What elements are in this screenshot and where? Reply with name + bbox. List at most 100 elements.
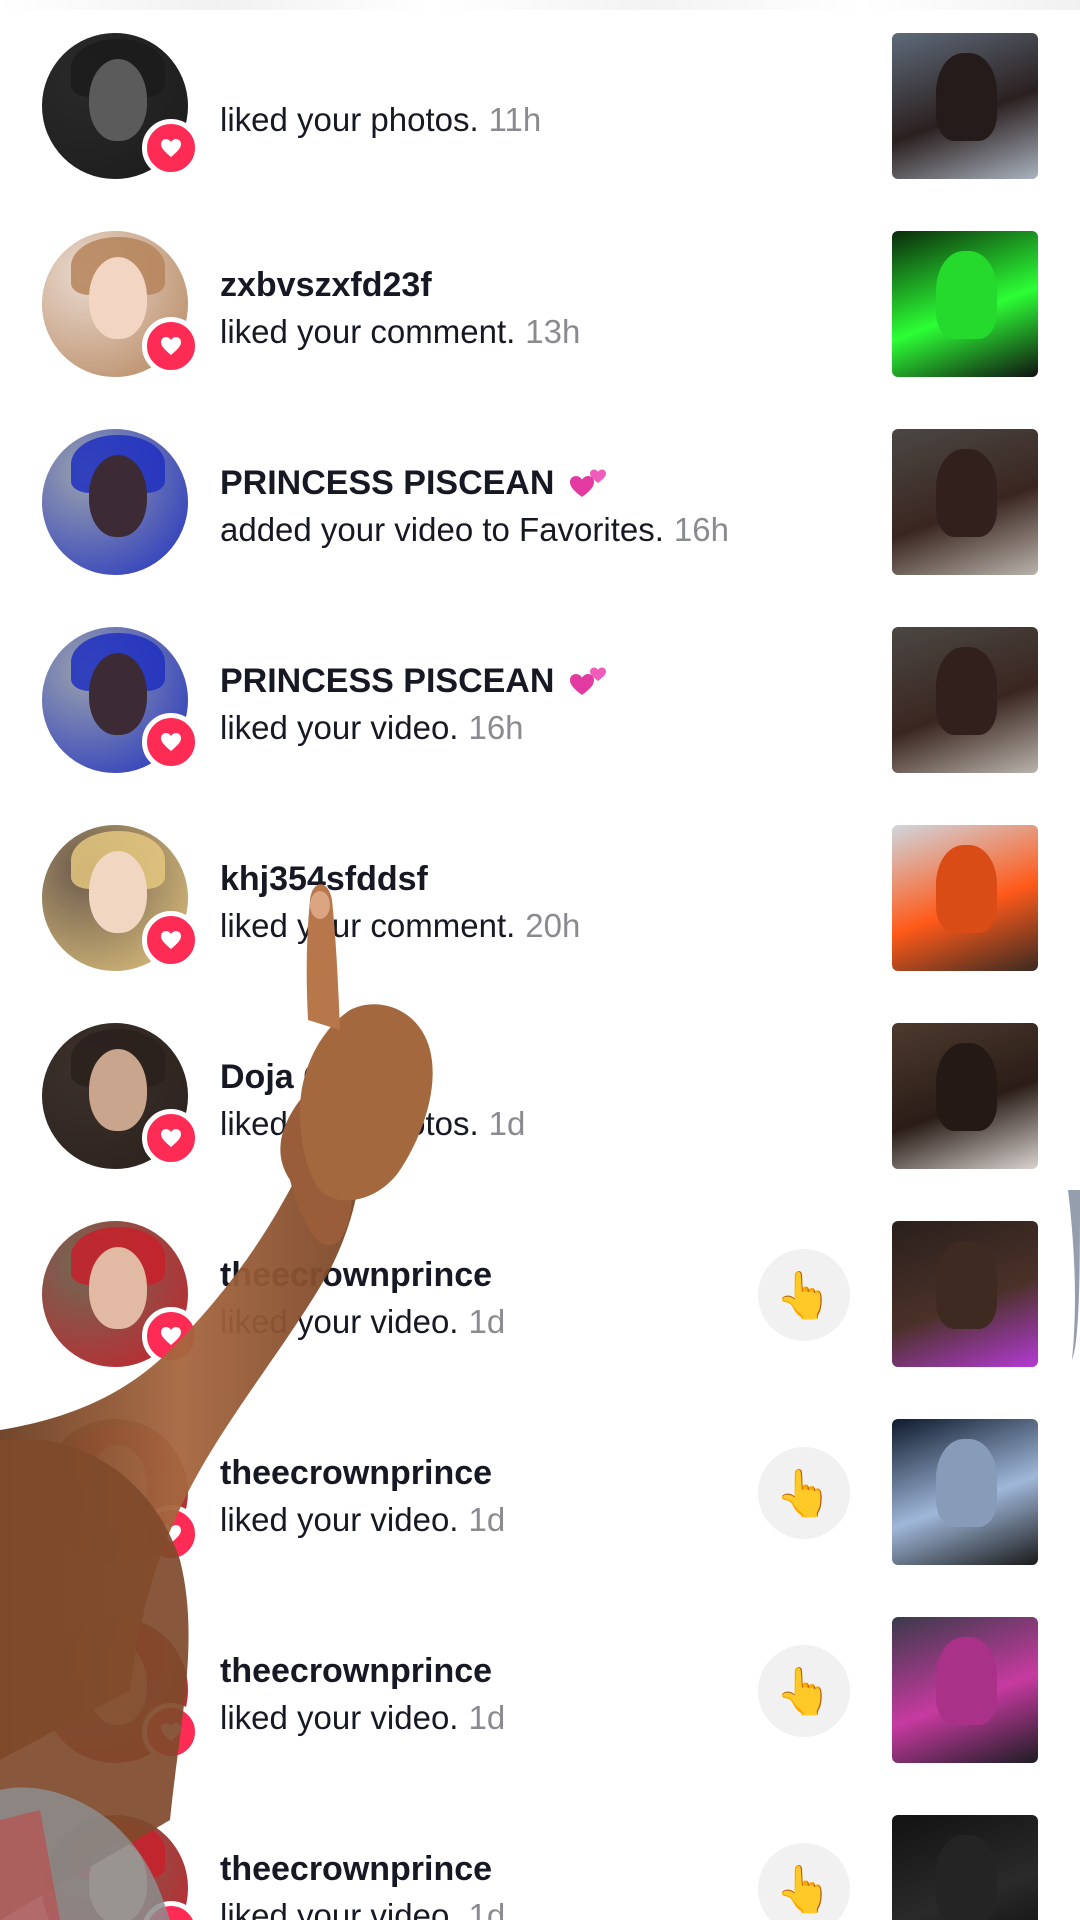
wave-glyph: 👆 — [775, 1862, 833, 1916]
thumbnail-subject — [935, 251, 998, 340]
notification-text: theecrownprince liked your video. 1d — [220, 1253, 780, 1347]
avatar[interactable] — [42, 429, 188, 575]
username-row[interactable]: Doja Cat — [220, 1055, 780, 1099]
activity-list[interactable]: liked your photos. 11h zxbvszxfd23f liked y… — [0, 33, 1080, 1920]
video-thumbnail[interactable] — [892, 1617, 1038, 1763]
username-row[interactable]: PRINCESS PISCEAN — [220, 659, 780, 703]
wave-glyph: 👆 — [775, 1664, 833, 1718]
avatar-container[interactable] — [42, 1419, 200, 1565]
waving-hand-icon[interactable]: 👆 — [758, 1645, 850, 1737]
notification-action: liked your video. 1d — [220, 1495, 780, 1545]
notification-row[interactable]: theecrownprince liked your video. 1d 👆 — [0, 1617, 1080, 1815]
username[interactable]: zxbvszxfd23f — [220, 263, 432, 307]
thumbnail-subject — [935, 1439, 998, 1528]
timestamp: 16h — [673, 511, 729, 548]
username[interactable]: PRINCESS PISCEAN — [220, 659, 554, 703]
notification-text: liked your photos. 11h — [220, 95, 780, 145]
video-thumbnail[interactable] — [892, 825, 1038, 971]
username[interactable]: theecrownprince — [220, 1451, 492, 1495]
notification-action: liked your video. 16h — [220, 703, 780, 753]
two-hearts-icon — [568, 465, 610, 501]
heart-icon — [142, 1307, 200, 1365]
thumbnail-subject — [935, 845, 998, 934]
notification-row[interactable]: liked your photos. 11h — [0, 33, 1080, 231]
notification-text: PRINCESS PISCEAN added your video to Favo… — [220, 461, 780, 555]
username-row[interactable]: theecrownprince — [220, 1253, 780, 1297]
avatar-container[interactable] — [42, 33, 200, 179]
thumbnail-subject — [935, 647, 998, 736]
username-row[interactable]: khj354sfddsf — [220, 857, 780, 901]
notification-action: liked your video. 1d — [220, 1891, 780, 1920]
notification-row[interactable]: Doja Cat liked your photos. 1d — [0, 1023, 1080, 1221]
heart-icon — [142, 317, 200, 375]
username[interactable]: Doja Cat — [220, 1055, 358, 1099]
notification-text: theecrownprince liked your video. 1d — [220, 1451, 780, 1545]
username-row[interactable]: theecrownprince — [220, 1451, 780, 1495]
avatar-face — [88, 1445, 148, 1528]
action-text: liked your video. — [220, 1897, 459, 1920]
action-text: liked your video. — [220, 1699, 459, 1736]
video-thumbnail[interactable] — [892, 1815, 1038, 1920]
notification-action: liked your photos. 1d — [220, 1099, 780, 1149]
wave-glyph: 👆 — [775, 1268, 833, 1322]
notification-row[interactable]: khj354sfddsf liked your comment. 20h — [0, 825, 1080, 1023]
avatar-container[interactable] — [42, 627, 200, 773]
notification-action: liked your comment. 20h — [220, 901, 780, 951]
username-row[interactable]: zxbvszxfd23f — [220, 263, 780, 307]
username[interactable]: theecrownprince — [220, 1253, 492, 1297]
timestamp: 1d — [488, 1105, 526, 1142]
video-thumbnail[interactable] — [892, 627, 1038, 773]
video-thumbnail[interactable] — [892, 33, 1038, 179]
avatar-face — [88, 851, 148, 934]
avatar-face — [88, 257, 148, 340]
notification-row[interactable]: zxbvszxfd23f liked your comment. 13h — [0, 231, 1080, 429]
avatar-container[interactable] — [42, 1221, 200, 1367]
video-thumbnail[interactable] — [892, 1023, 1038, 1169]
waving-hand-icon[interactable]: 👆 — [758, 1249, 850, 1341]
notification-row[interactable]: theecrownprince liked your video. 1d 👆 — [0, 1221, 1080, 1419]
timestamp: 20h — [525, 907, 581, 944]
username-row[interactable]: theecrownprince — [220, 1847, 780, 1891]
avatar-container[interactable] — [42, 231, 200, 377]
action-text: liked your comment. — [220, 313, 516, 350]
timestamp: 11h — [488, 101, 542, 138]
username[interactable]: PRINCESS PISCEAN — [220, 461, 554, 505]
video-thumbnail[interactable] — [892, 1221, 1038, 1367]
avatar-container[interactable] — [42, 1023, 200, 1169]
notification-row[interactable]: theecrownprince liked your video. 1d 👆 — [0, 1419, 1080, 1617]
avatar-face — [88, 1841, 148, 1920]
thumbnail-subject — [935, 1241, 998, 1330]
video-thumbnail[interactable] — [892, 231, 1038, 377]
action-text: liked your comment. — [220, 907, 516, 944]
notification-action: liked your photos. 11h — [220, 95, 780, 145]
notification-action: liked your video. 1d — [220, 1297, 780, 1347]
username-row[interactable]: theecrownprince — [220, 1649, 780, 1693]
thumbnail-subject — [935, 1835, 998, 1920]
notification-row[interactable]: theecrownprince liked your video. 1d 👆 — [0, 1815, 1080, 1920]
avatar-container[interactable] — [42, 1815, 200, 1920]
avatar-container[interactable] — [42, 825, 200, 971]
username[interactable]: khj354sfddsf — [220, 857, 428, 901]
username-row[interactable]: PRINCESS PISCEAN — [220, 461, 780, 505]
video-thumbnail[interactable] — [892, 1419, 1038, 1565]
notification-row[interactable]: PRINCESS PISCEAN liked your video. 16h — [0, 627, 1080, 825]
notification-action: liked your comment. 13h — [220, 307, 780, 357]
notification-text: PRINCESS PISCEAN liked your video. 16h — [220, 659, 780, 753]
heart-icon — [142, 1109, 200, 1167]
two-hearts-icon — [568, 663, 610, 699]
heart-icon — [142, 1505, 200, 1563]
video-thumbnail[interactable] — [892, 429, 1038, 575]
thumbnail-subject — [935, 1637, 998, 1726]
username[interactable]: theecrownprince — [220, 1847, 492, 1891]
avatar-container[interactable] — [42, 1617, 200, 1763]
avatar-container[interactable] — [42, 429, 188, 575]
notification-row[interactable]: PRINCESS PISCEAN added your video to Favo… — [0, 429, 1080, 627]
waving-hand-icon[interactable]: 👆 — [758, 1447, 850, 1539]
action-text: added your video to Favorites. — [220, 511, 664, 548]
heart-icon — [142, 911, 200, 969]
heart-icon — [142, 713, 200, 771]
username[interactable]: theecrownprince — [220, 1649, 492, 1693]
waving-hand-icon[interactable]: 👆 — [758, 1843, 850, 1920]
wave-glyph: 👆 — [775, 1466, 833, 1520]
action-text: liked your photos. — [220, 101, 479, 138]
